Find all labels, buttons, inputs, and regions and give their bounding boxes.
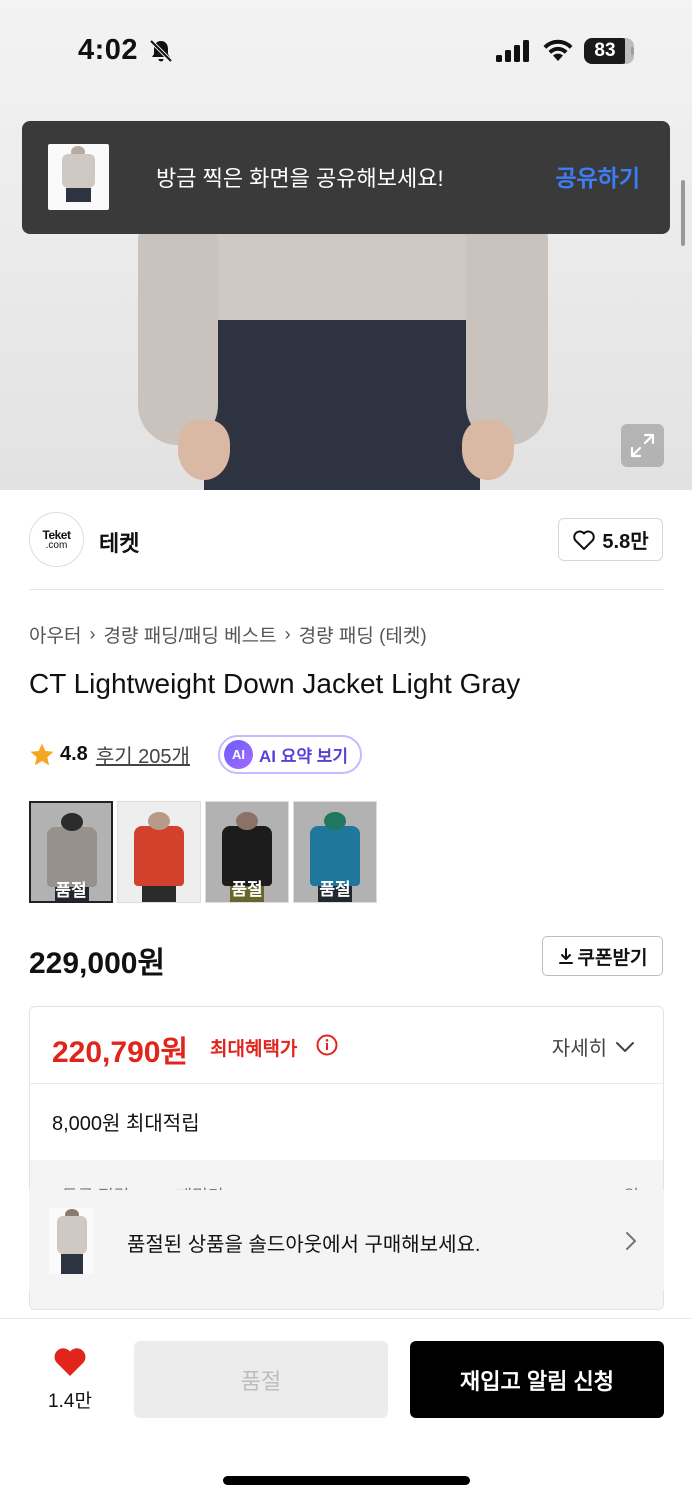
share-toast: 방금 찍은 화면을 공유해보세요! 공유하기 — [22, 121, 670, 234]
product-title: CT Lightweight Down Jacket Light Gray — [29, 668, 521, 699]
download-icon — [558, 948, 573, 964]
cellular-signal-icon — [496, 40, 529, 62]
home-indicator[interactable] — [223, 1476, 470, 1485]
heart-outline-icon — [573, 530, 596, 550]
color-option[interactable]: 품절 — [205, 801, 289, 903]
reviews-link[interactable]: 후기 205개 — [96, 740, 190, 769]
breadcrumb-item[interactable]: 경량 패딩 (테켓) — [299, 621, 427, 648]
restock-alert-button[interactable]: 재입고 알림 신청 — [410, 1341, 664, 1418]
color-options: 품절 품절 품절 — [29, 801, 377, 903]
coupon-button[interactable]: 쿠폰받기 — [542, 936, 663, 976]
scroll-indicator[interactable] — [681, 180, 685, 246]
soldout-label: 품절 — [55, 881, 87, 900]
rating-row: 4.8 후기 205개 — [29, 740, 190, 769]
image-sleeve-right — [466, 230, 548, 445]
bottom-bar-divider — [0, 1318, 692, 1319]
product-price: 229,000원 — [29, 947, 166, 980]
breadcrumb-item[interactable]: 경량 패딩/패딩 베스트 — [103, 621, 276, 648]
info-icon[interactable] — [316, 1034, 338, 1056]
soldout-label: 품절 — [231, 880, 263, 899]
max-benefit-label: 최대혜택가 — [210, 1039, 298, 1060]
image-hand-left — [178, 420, 230, 480]
image-pants — [204, 300, 480, 490]
detail-label: 자세히 — [551, 1038, 607, 1060]
wifi-icon — [543, 39, 573, 61]
breadcrumb: 아우터 › 경량 패딩/패딩 베스트 › 경량 패딩 (테켓) — [29, 621, 427, 648]
share-button[interactable]: 공유하기 — [555, 159, 640, 193]
ai-icon: AI — [224, 740, 253, 769]
color-option[interactable] — [117, 801, 201, 903]
status-time: 4:02 — [78, 34, 139, 66]
soldout-marketplace-banner[interactable]: 품절된 상품을 솔드아웃에서 구매해보세요. — [29, 1190, 664, 1290]
chevron-right-icon: › — [89, 624, 96, 644]
star-icon — [30, 743, 54, 765]
expand-icon — [630, 433, 655, 458]
brand-like-button[interactable]: 5.8만 — [558, 518, 663, 561]
chevron-down-icon — [616, 1041, 634, 1052]
favorite-button[interactable]: 1.4만 — [45, 1346, 95, 1413]
banner-product-thumbnail — [49, 1208, 94, 1274]
max-benefit-price: 220,790원 — [52, 1036, 189, 1069]
expand-image-button[interactable] — [621, 424, 664, 467]
benefit-detail-toggle[interactable]: 자세히 — [552, 1032, 635, 1061]
ai-summary-label: AI 요약 보기 — [259, 747, 349, 766]
toast-message: 방금 찍은 화면을 공유해보세요! — [156, 166, 444, 191]
favorite-count: 1.4만 — [48, 1391, 92, 1412]
soldout-label: 품절 — [319, 880, 351, 899]
divider — [29, 589, 664, 590]
image-sleeve-left — [138, 230, 218, 445]
banner-text: 품절된 상품을 솔드아웃에서 구매해보세요. — [127, 1234, 481, 1256]
color-option[interactable]: 품절 — [29, 801, 113, 903]
heart-filled-icon — [54, 1348, 86, 1376]
coupon-label: 쿠폰받기 — [577, 947, 648, 969]
breadcrumb-item[interactable]: 아우터 — [29, 621, 81, 648]
status-bar: 4:02 83 — [0, 0, 692, 100]
soldout-button: 품절 — [134, 1341, 388, 1418]
max-benefit-row[interactable]: 220,790원 최대혜택가 자세히 — [30, 1007, 663, 1084]
battery-level: 83 — [594, 40, 616, 61]
brand-logo[interactable]: Teket .com — [29, 512, 84, 567]
bell-muted-icon — [149, 39, 173, 63]
color-option[interactable]: 품절 — [293, 801, 377, 903]
image-hand-right — [462, 420, 514, 480]
rating-score: 4.8 — [60, 743, 88, 765]
brand-name[interactable]: 테켓 — [99, 526, 139, 558]
max-points: 8,000원 최대적립 — [52, 1113, 200, 1135]
ai-summary-button[interactable]: AI AI 요약 보기 — [218, 735, 362, 774]
product-detail-page: 4:02 83 방금 찍은 화면을 공유해보세요! 공유하기 Teket .co… — [0, 0, 692, 1500]
screenshot-thumbnail[interactable] — [48, 144, 109, 210]
brand-like-count: 5.8만 — [602, 531, 649, 553]
chevron-right-icon — [626, 1232, 636, 1250]
battery-icon: 83 — [584, 38, 634, 64]
chevron-right-icon: › — [284, 624, 291, 644]
